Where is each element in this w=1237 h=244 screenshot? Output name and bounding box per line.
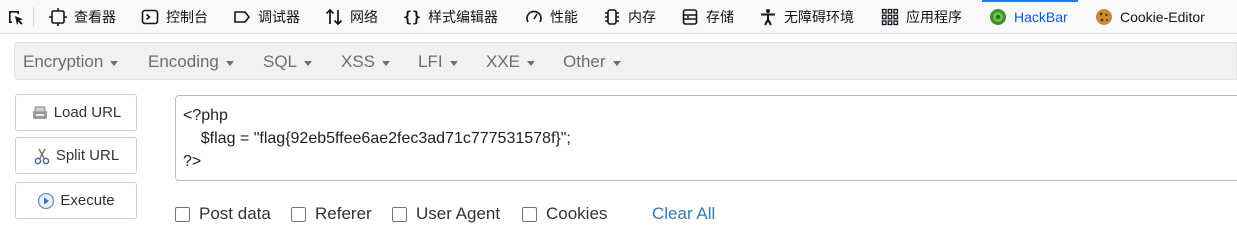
load-icon bbox=[31, 104, 49, 122]
execute-label: Execute bbox=[60, 192, 115, 209]
scissors-icon bbox=[33, 147, 51, 165]
application-icon bbox=[880, 7, 900, 27]
tab-label: 控制台 bbox=[166, 9, 208, 25]
menu-encryption[interactable]: Encryption bbox=[23, 43, 119, 81]
post-data-label: Post data bbox=[199, 204, 271, 223]
tab-hackbar[interactable]: HackBar bbox=[982, 0, 1078, 34]
load-url-label: Load URL bbox=[53, 104, 122, 121]
tab-debugger[interactable]: 调试器 bbox=[232, 0, 300, 34]
tab-label: 应用程序 bbox=[906, 9, 962, 25]
tab-console[interactable]: 控制台 bbox=[140, 0, 208, 34]
split-url-label: Split URL bbox=[55, 147, 120, 164]
menu-label: Encoding bbox=[148, 52, 219, 71]
caret-down-icon bbox=[304, 60, 313, 66]
referer-label: Referer bbox=[315, 204, 372, 223]
tab-label: 内存 bbox=[628, 9, 656, 25]
execute-button[interactable]: Execute bbox=[15, 182, 137, 219]
toolbar-separator bbox=[33, 7, 34, 27]
tab-inspector[interactable]: 查看器 bbox=[48, 0, 116, 34]
tab-label: 性能 bbox=[550, 9, 578, 25]
menu-xxe[interactable]: XXE bbox=[486, 43, 536, 81]
accessibility-icon bbox=[758, 7, 778, 27]
menu-label: LFI bbox=[418, 52, 443, 71]
tab-label: HackBar bbox=[1014, 9, 1068, 25]
menu-label: Encryption bbox=[23, 52, 104, 71]
debugger-icon bbox=[232, 7, 252, 27]
tab-performance[interactable]: 性能 bbox=[524, 0, 578, 34]
tab-label: 存储 bbox=[706, 9, 734, 25]
tab-accessibility[interactable]: 无障碍环境 bbox=[758, 0, 854, 34]
split-url-button[interactable]: Split URL bbox=[15, 137, 137, 174]
user-agent-label: User Agent bbox=[416, 204, 501, 223]
tab-application[interactable]: 应用程序 bbox=[880, 0, 962, 34]
caret-down-icon bbox=[110, 60, 119, 66]
inspector-icon bbox=[48, 7, 68, 27]
network-icon bbox=[324, 7, 344, 27]
caret-down-icon bbox=[527, 60, 536, 66]
cookies-label: Cookies bbox=[546, 204, 608, 223]
console-icon bbox=[140, 7, 160, 27]
post-data-checkbox[interactable]: Post data bbox=[175, 203, 271, 225]
menu-label: XXE bbox=[486, 52, 521, 71]
url-input[interactable]: <?php $flag = "flag{92eb5ffee6ae2fec3ad7… bbox=[175, 95, 1237, 181]
checkbox-box[interactable] bbox=[522, 206, 537, 222]
menu-xss[interactable]: XSS bbox=[341, 43, 391, 81]
memory-icon bbox=[602, 7, 622, 27]
tab-label: 网络 bbox=[350, 9, 378, 25]
caret-down-icon bbox=[225, 60, 234, 66]
menu-label: SQL bbox=[263, 52, 298, 71]
user-agent-checkbox[interactable]: User Agent bbox=[392, 203, 500, 225]
tab-storage[interactable]: 存储 bbox=[680, 0, 734, 34]
cookies-checkbox[interactable]: Cookies bbox=[522, 203, 607, 225]
element-picker-icon[interactable] bbox=[4, 6, 28, 30]
menu-label: Other bbox=[563, 52, 606, 71]
style-editor-icon: {} bbox=[402, 8, 422, 26]
cookie-icon bbox=[1094, 7, 1114, 27]
tab-label: 查看器 bbox=[74, 9, 116, 25]
caret-down-icon bbox=[449, 60, 458, 66]
checkbox-box[interactable] bbox=[175, 206, 190, 222]
menu-lfi[interactable]: LFI bbox=[418, 43, 458, 81]
play-icon bbox=[37, 192, 55, 210]
storage-icon bbox=[680, 7, 700, 27]
tab-label: Cookie-Editor bbox=[1120, 9, 1205, 25]
load-url-button[interactable]: Load URL bbox=[15, 94, 137, 131]
referer-checkbox[interactable]: Referer bbox=[291, 203, 372, 225]
menu-label: XSS bbox=[341, 52, 376, 71]
performance-icon bbox=[524, 7, 544, 27]
tab-label: 调试器 bbox=[258, 9, 300, 25]
tab-network[interactable]: 网络 bbox=[324, 0, 378, 34]
tab-label: 样式编辑器 bbox=[428, 9, 498, 25]
tab-cookie-editor[interactable]: Cookie-Editor bbox=[1094, 0, 1205, 34]
tab-style-editor[interactable]: {} 样式编辑器 bbox=[402, 0, 498, 34]
menu-encoding[interactable]: Encoding bbox=[148, 43, 234, 81]
hackbar-menubar: Encryption Encoding SQL XSS LFI XXE Othe… bbox=[14, 42, 1237, 80]
devtools-toolbar: 查看器 控制台 调试器 网络 {} 样式编辑器 性能 内存 存储 无障碍环境 应… bbox=[0, 0, 1237, 34]
checkbox-box[interactable] bbox=[291, 206, 306, 222]
menu-other[interactable]: Other bbox=[563, 43, 621, 81]
tab-label: 无障碍环境 bbox=[784, 9, 854, 25]
clear-all-link[interactable]: Clear All bbox=[652, 203, 715, 225]
caret-down-icon bbox=[382, 60, 391, 66]
caret-down-icon bbox=[612, 60, 621, 66]
menu-sql[interactable]: SQL bbox=[263, 43, 313, 81]
checkbox-box[interactable] bbox=[392, 206, 407, 222]
hackbar-icon bbox=[988, 7, 1008, 27]
tab-memory[interactable]: 内存 bbox=[602, 0, 656, 34]
